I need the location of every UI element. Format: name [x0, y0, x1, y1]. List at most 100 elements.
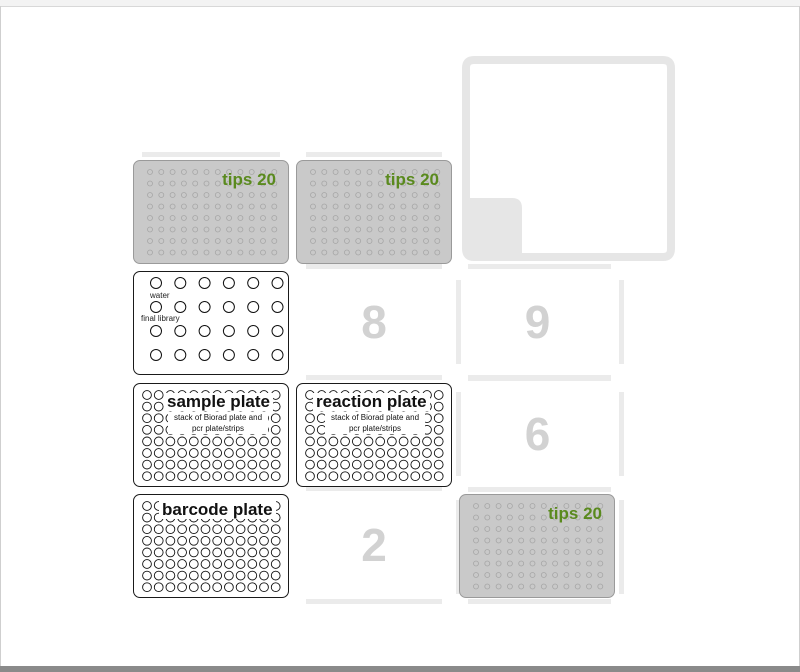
well [224, 559, 234, 569]
well [518, 537, 525, 544]
well [203, 169, 210, 175]
well [200, 559, 211, 569]
well [344, 215, 350, 221]
well [177, 459, 187, 470]
well [198, 277, 211, 289]
tube-rack-slot-7[interactable]: water final library [133, 271, 289, 375]
well [366, 249, 373, 256]
well [400, 192, 407, 198]
well [305, 459, 315, 470]
well [142, 535, 152, 546]
well [237, 226, 244, 233]
well [260, 238, 266, 244]
well [212, 448, 223, 458]
reaction-plate[interactable]: reaction plate stack of Biorad plate and… [296, 383, 452, 487]
tiprack-slot-11[interactable]: tips 20 [296, 160, 452, 264]
well [200, 471, 211, 482]
deck-slot-6[interactable]: 6 [456, 376, 624, 492]
deck-slot-9[interactable]: 9 [456, 264, 624, 380]
well [153, 436, 164, 447]
sample-plate[interactable]: sample plate stack of Biorad plate and p… [133, 383, 289, 487]
well [387, 448, 397, 458]
well [355, 249, 362, 256]
well [423, 226, 429, 233]
well [434, 203, 441, 210]
deck-slot-8[interactable]: 8 [296, 264, 452, 380]
well [366, 203, 373, 210]
well [165, 547, 176, 558]
well [181, 226, 187, 233]
well [271, 226, 278, 233]
well [165, 436, 176, 447]
well [203, 192, 210, 198]
well [259, 582, 269, 593]
well [586, 560, 592, 567]
tiprack-label: tips 20 [222, 170, 276, 189]
well [177, 582, 187, 593]
well [310, 238, 316, 244]
well [214, 180, 221, 187]
well [192, 203, 199, 210]
well [422, 471, 432, 482]
well [260, 192, 266, 198]
well [574, 526, 581, 532]
well [165, 535, 176, 546]
well [177, 436, 187, 447]
well [410, 471, 421, 482]
well [226, 203, 232, 210]
well [165, 448, 176, 458]
well [597, 560, 604, 567]
well [174, 277, 187, 289]
well [260, 249, 266, 256]
well [363, 471, 374, 482]
tiprack-slot-10[interactable]: tips 20 [133, 160, 289, 264]
well [484, 583, 491, 590]
deck-slot-2[interactable]: 2 [296, 486, 452, 604]
well [169, 215, 176, 221]
well [574, 560, 581, 567]
well [177, 448, 187, 458]
well [344, 203, 350, 210]
well [177, 559, 187, 569]
well [142, 390, 152, 400]
well [484, 572, 491, 578]
well [473, 583, 479, 590]
well [177, 471, 187, 482]
well [332, 192, 339, 198]
well [433, 448, 444, 458]
plate-subtitle: stack of Biorad plate and pcr plate/stri… [325, 412, 425, 434]
well [188, 448, 199, 458]
tiprack-slot-3[interactable]: tips 20 [459, 494, 615, 598]
well [270, 547, 281, 558]
well [355, 180, 362, 187]
well [529, 560, 536, 567]
well [165, 459, 176, 470]
well [586, 526, 592, 532]
well [377, 203, 384, 210]
well [142, 448, 152, 458]
trash-bin-icon [462, 56, 675, 261]
well [375, 459, 386, 470]
well [434, 249, 441, 256]
well [270, 436, 281, 447]
well [344, 238, 350, 244]
well [169, 192, 176, 198]
well [212, 582, 223, 593]
well [344, 226, 350, 233]
well [153, 448, 164, 458]
well [247, 559, 258, 569]
well [226, 192, 232, 198]
barcode-plate[interactable]: barcode plate [133, 494, 289, 598]
well [484, 503, 491, 509]
well [181, 192, 187, 198]
well [574, 583, 581, 590]
well [340, 436, 350, 447]
well [235, 436, 246, 447]
well [495, 526, 502, 532]
well [169, 180, 176, 187]
well [271, 192, 278, 198]
well [169, 226, 176, 233]
well [260, 226, 266, 233]
deck-map: 8 9 6 2 tips 20 tips 20 water final libr… [0, 0, 800, 672]
well [495, 572, 502, 578]
